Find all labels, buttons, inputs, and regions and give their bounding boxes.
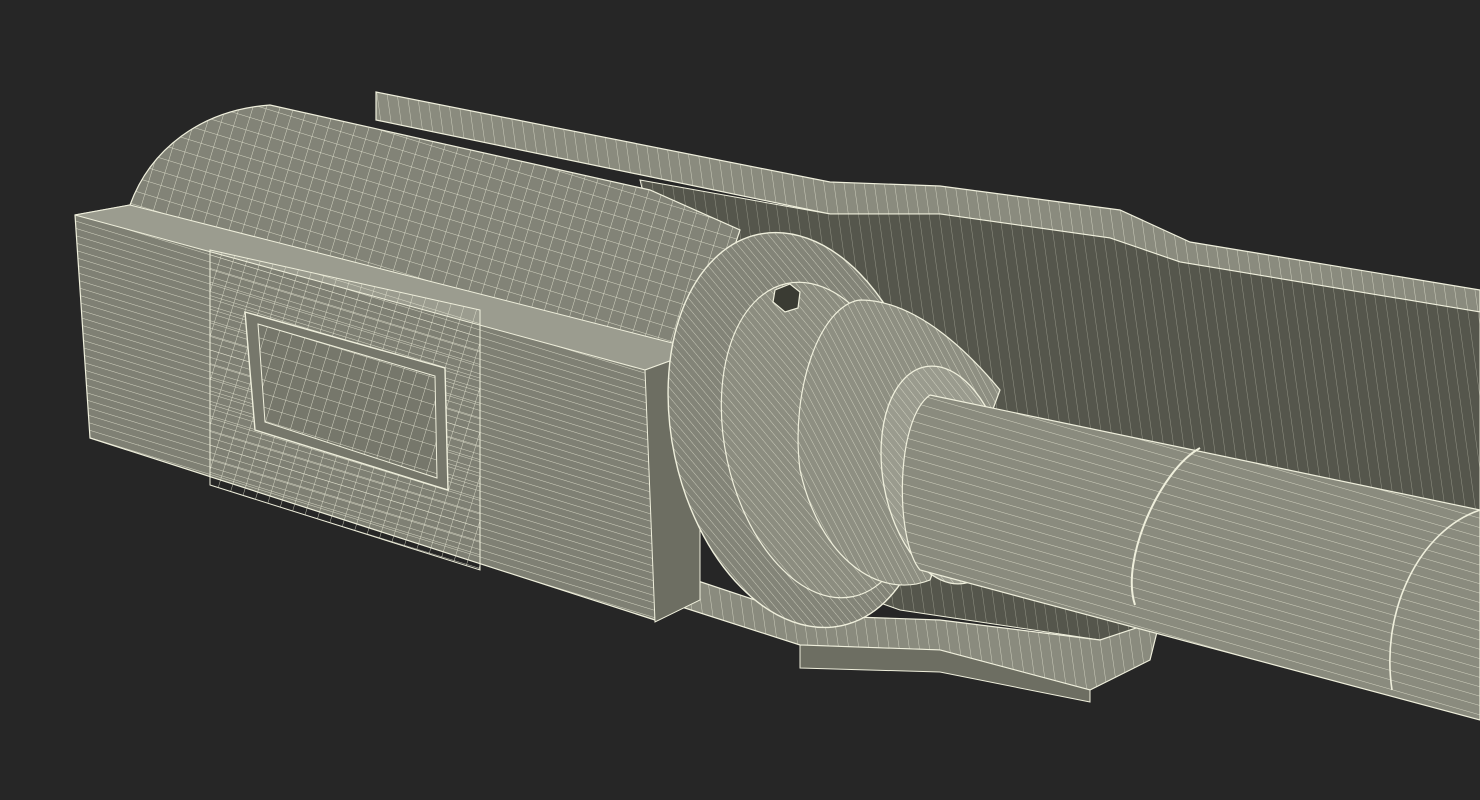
wireframe-model [74, 91, 1480, 721]
wireframe-render-viewport [0, 0, 1480, 800]
